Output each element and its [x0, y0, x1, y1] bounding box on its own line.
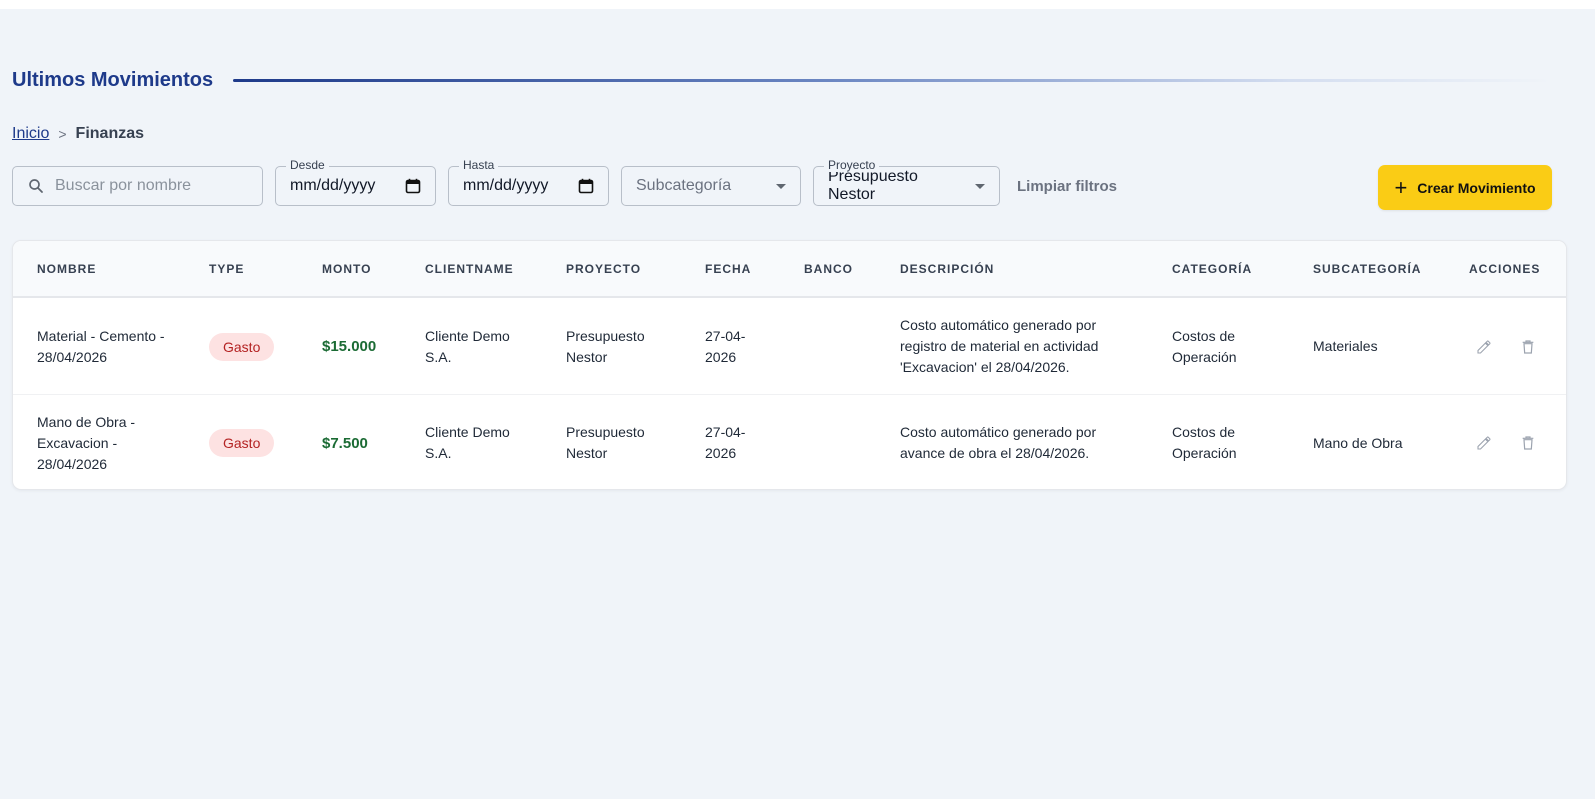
- cell-categoria: Costos de Operación: [1172, 424, 1237, 461]
- cell-banco: [804, 395, 884, 489]
- header-fecha[interactable]: FECHA: [705, 262, 751, 276]
- subcategoria-select[interactable]: Subcategoría: [621, 166, 801, 206]
- create-movement-label: Crear Movimiento: [1417, 179, 1536, 196]
- proyecto-select[interactable]: Proyecto Presupuesto Nestor: [813, 158, 1000, 206]
- calendar-icon[interactable]: [578, 178, 594, 194]
- type-badge: Gasto: [209, 429, 275, 457]
- breadcrumb-separator: >: [58, 126, 67, 142]
- cell-monto: $15.000: [322, 338, 377, 355]
- cell-proyecto: Presupuesto Nestor: [566, 327, 645, 365]
- header-subcategoria[interactable]: SUBCATEGORÍA: [1313, 262, 1421, 276]
- header-monto[interactable]: MONTO: [322, 262, 371, 276]
- table-header: NOMBRE TYPE MONTO CLIENTNAME PROYECTO FE…: [13, 241, 1566, 298]
- cell-fecha: 27-04-2026: [705, 424, 746, 461]
- cell-descripcion: Costo automático generado por avance de …: [900, 424, 1097, 461]
- subcategoria-placeholder: Subcategoría: [636, 177, 732, 194]
- page-title: Ultimos Movimientos: [12, 68, 214, 91]
- cell-nombre: Material - Cemento - 28/04/2026: [37, 327, 165, 365]
- header-type[interactable]: TYPE: [209, 262, 244, 276]
- table-row[interactable]: Material - Cemento - 28/04/2026 Gasto $1…: [13, 299, 1566, 395]
- search-field[interactable]: [12, 166, 263, 206]
- breadcrumb-current: Finanzas: [75, 125, 145, 142]
- chevron-down-icon: [776, 183, 786, 189]
- header-proyecto[interactable]: PROYECTO: [566, 262, 641, 276]
- cell-descripcion: Costo automático generado por registro d…: [900, 317, 1099, 375]
- cell-monto: $7.500: [322, 434, 368, 452]
- table-row[interactable]: Mano de Obra - Excavacion - 28/04/2026 G…: [13, 395, 1566, 489]
- type-badge: Gasto: [209, 332, 275, 361]
- proyecto-label: Proyecto: [824, 158, 880, 172]
- movements-table: NOMBRE TYPE MONTO CLIENTNAME PROYECTO FE…: [12, 240, 1567, 490]
- cell-clientname: Cliente Demo S.A.: [425, 327, 510, 365]
- cell-fecha: 27-04-2026: [705, 327, 746, 365]
- hasta-date-field[interactable]: Hasta mm/dd/yyyy: [448, 158, 609, 206]
- pencil-icon[interactable]: [1473, 432, 1495, 454]
- hasta-value: mm/dd/yyyy: [463, 177, 549, 194]
- page-header: Ultimos Movimientos: [12, 68, 1552, 92]
- pencil-icon[interactable]: [1473, 336, 1495, 358]
- calendar-icon[interactable]: [405, 178, 421, 194]
- header-acciones: ACCIONES: [1469, 262, 1541, 276]
- trash-icon[interactable]: [1517, 336, 1539, 358]
- create-movement-button[interactable]: + Crear Movimiento: [1378, 165, 1552, 210]
- title-divider: [233, 78, 1552, 82]
- cell-subcategoria: Mano de Obra: [1313, 434, 1403, 451]
- cell-type: Gasto: [209, 299, 275, 394]
- cell-proyecto: Presupuesto Nestor: [566, 424, 645, 461]
- cell-banco: [804, 299, 884, 394]
- cell-type: Gasto: [209, 395, 275, 489]
- cell-acciones: [1473, 395, 1539, 489]
- desde-label: Desde: [286, 158, 329, 172]
- search-input[interactable]: [55, 177, 245, 195]
- cell-categoria: Costos de Operación: [1172, 327, 1237, 365]
- trash-icon[interactable]: [1517, 432, 1539, 454]
- desde-value: mm/dd/yyyy: [290, 177, 376, 194]
- cell-subcategoria: Materiales: [1313, 338, 1378, 354]
- cell-clientname: Cliente Demo S.A.: [425, 424, 510, 461]
- cell-acciones: [1473, 299, 1539, 394]
- header-nombre[interactable]: NOMBRE: [37, 262, 96, 276]
- header-descripcion[interactable]: DESCRIPCIÓN: [900, 262, 994, 276]
- cell-nombre: Mano de Obra - Excavacion - 28/04/2026: [37, 413, 136, 472]
- proyecto-value: Presupuesto Nestor: [828, 168, 918, 203]
- hasta-label: Hasta: [459, 158, 499, 172]
- header-categoria[interactable]: CATEGORÍA: [1172, 262, 1252, 276]
- breadcrumb: Inicio > Finanzas: [12, 124, 144, 144]
- top-bar: [0, 0, 1595, 9]
- desde-date-field[interactable]: Desde mm/dd/yyyy: [275, 158, 436, 206]
- search-icon: [27, 177, 45, 195]
- header-banco[interactable]: BANCO: [804, 262, 853, 276]
- header-clientname[interactable]: CLIENTNAME: [425, 262, 514, 276]
- clear-filters-button[interactable]: Limpiar filtros: [1017, 176, 1117, 196]
- plus-icon: +: [1394, 174, 1408, 200]
- chevron-down-icon: [975, 183, 985, 189]
- breadcrumb-home-link[interactable]: Inicio: [12, 125, 49, 143]
